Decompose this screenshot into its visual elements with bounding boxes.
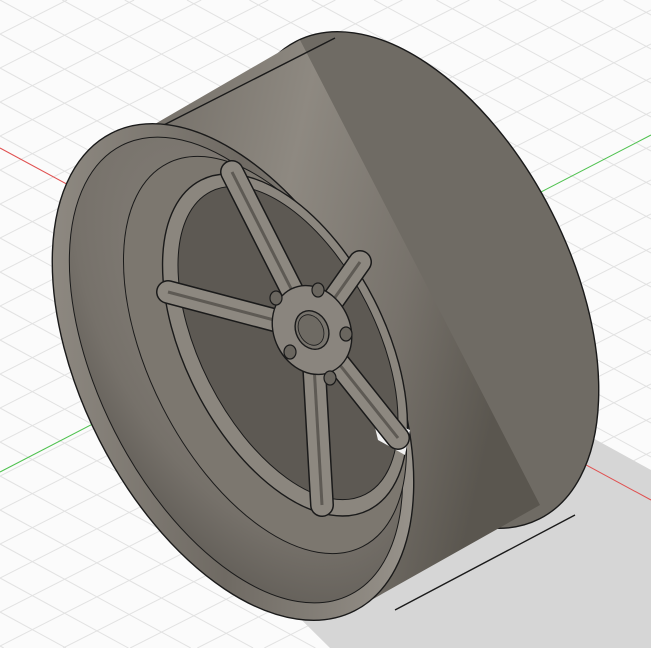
- lug-nut: [339, 326, 353, 342]
- viewport-canvas[interactable]: [0, 0, 651, 648]
- grid-line: [0, 543, 191, 648]
- lug-nut: [283, 344, 297, 360]
- lug-nut: [323, 370, 337, 386]
- grid-line: [0, 0, 135, 69]
- lug-nut: [311, 282, 325, 298]
- lug-nut: [269, 290, 283, 306]
- grid-line: [623, 0, 651, 16]
- cad-viewport[interactable]: [0, 0, 651, 648]
